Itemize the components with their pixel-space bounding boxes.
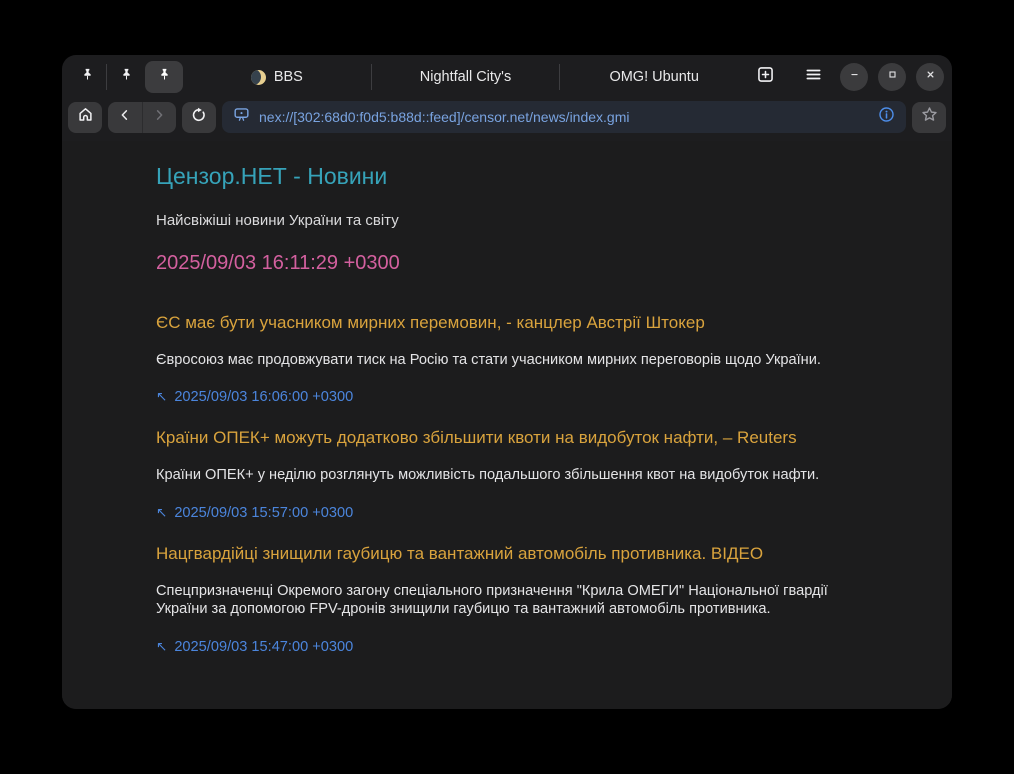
feed-timestamp-heading: 2025/09/03 16:11:29 +0300 — [156, 252, 856, 275]
tab-label: OMG! Ubuntu — [609, 69, 698, 85]
link-arrow-icon: ↖ — [156, 639, 167, 654]
tab-bbs[interactable]: BBS — [183, 55, 371, 99]
url-text[interactable]: nex://[302:68d0:f0d5:b88d::feed]/censor.… — [259, 109, 869, 125]
minimize-button[interactable] — [840, 63, 868, 91]
maximize-icon — [885, 67, 900, 87]
news-article: Нацгвардійці знищили гаубицю та вантажни… — [156, 544, 856, 655]
article-link-label: 2025/09/03 15:57:00 +0300 — [174, 505, 353, 521]
pinned-tab-1[interactable] — [68, 61, 106, 93]
article-link[interactable]: ↖ 2025/09/03 16:06:00 +0300 — [156, 389, 856, 405]
forward-button[interactable] — [142, 102, 176, 133]
crescent-moon-favicon-icon — [251, 70, 266, 85]
article-link[interactable]: ↖ 2025/09/03 15:57:00 +0300 — [156, 505, 856, 521]
browser-window: BBS Nightfall City's OMG! Ubuntu — [62, 55, 952, 709]
reload-icon — [190, 106, 208, 129]
pinned-tab-2[interactable] — [107, 61, 145, 93]
star-icon — [920, 105, 939, 129]
hamburger-menu-icon — [803, 64, 824, 90]
maximize-button[interactable] — [878, 63, 906, 91]
article-heading: ЄС має бути учасником мирних перемовин, … — [156, 313, 856, 333]
navigation-bar: nex://[302:68d0:f0d5:b88d::feed]/censor.… — [62, 99, 952, 141]
news-article: ЄС має бути учасником мирних перемовин, … — [156, 313, 856, 405]
pushpin-icon — [157, 67, 172, 87]
close-button[interactable] — [916, 63, 944, 91]
forward-icon — [150, 106, 168, 129]
menu-button[interactable] — [796, 61, 830, 93]
minimize-icon — [847, 67, 862, 87]
article-link-label: 2025/09/03 16:06:00 +0300 — [174, 389, 353, 405]
home-button[interactable] — [68, 102, 102, 133]
link-arrow-icon: ↖ — [156, 505, 167, 520]
new-tab-icon — [755, 64, 776, 90]
link-arrow-icon: ↖ — [156, 389, 167, 404]
article-summary: Країни ОПЕК+ у неділю розглянуть можливі… — [156, 466, 856, 484]
bookmark-button[interactable] — [912, 102, 946, 133]
article-link[interactable]: ↖ 2025/09/03 15:47:00 +0300 — [156, 639, 856, 655]
back-button[interactable] — [108, 102, 142, 133]
page-info-icon[interactable] — [877, 105, 896, 129]
terminal-monitor-icon — [232, 105, 251, 129]
page-title: Цензор.НЕТ - Новини — [156, 163, 856, 190]
new-tab-button[interactable] — [748, 61, 782, 93]
tab-label: BBS — [274, 69, 303, 85]
page-subtitle: Найсвіжіші новини України та світу — [156, 212, 856, 229]
tab-label: Nightfall City's — [420, 69, 511, 85]
article-heading: Нацгвардійці знищили гаубицю та вантажни… — [156, 544, 856, 564]
url-bar[interactable]: nex://[302:68d0:f0d5:b88d::feed]/censor.… — [222, 101, 906, 133]
page-content: Цензор.НЕТ - Новини Найсвіжіші новини Ук… — [62, 141, 952, 709]
article-summary: Спецпризначенці Окремого загону спеціаль… — [156, 582, 856, 619]
tab-omg-ubuntu[interactable]: OMG! Ubuntu — [560, 55, 748, 99]
history-nav-group — [108, 102, 176, 133]
article-heading: Країни ОПЕК+ можуть додатково збільшити … — [156, 428, 856, 448]
close-icon — [923, 67, 938, 87]
home-icon — [76, 105, 95, 129]
tab-nightfall-citys[interactable]: Nightfall City's — [372, 55, 560, 99]
back-icon — [116, 106, 134, 129]
reload-button[interactable] — [182, 102, 216, 133]
title-bar: BBS Nightfall City's OMG! Ubuntu — [62, 55, 952, 99]
pushpin-icon — [119, 67, 134, 87]
tab-strip: BBS Nightfall City's OMG! Ubuntu — [183, 55, 748, 99]
article-summary: Євросоюз має продовжувати тиск на Росію … — [156, 351, 856, 369]
pushpin-icon — [80, 67, 95, 87]
news-article: Країни ОПЕК+ можуть додатково збільшити … — [156, 428, 856, 520]
article-link-label: 2025/09/03 15:47:00 +0300 — [174, 639, 353, 655]
pinned-tab-3-active[interactable] — [145, 61, 183, 93]
